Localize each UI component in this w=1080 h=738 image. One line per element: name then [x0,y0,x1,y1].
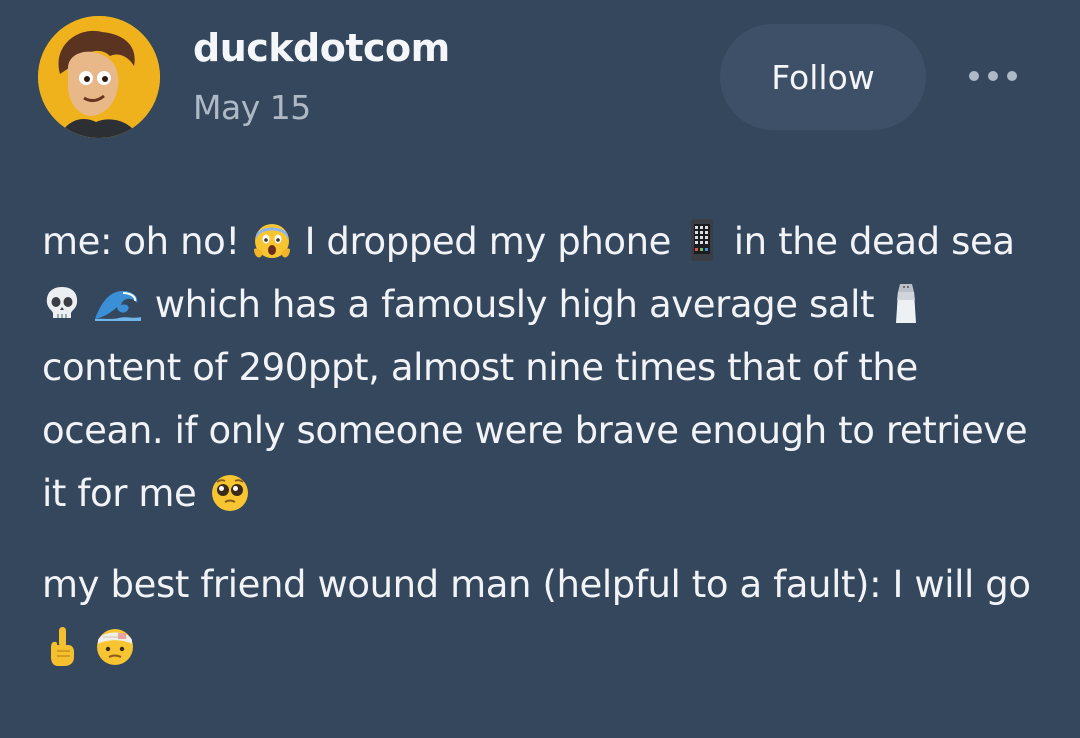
post-card: duckdotcom May 15 Follow me: oh no! I dr… [0,0,1080,738]
more-dot [969,71,979,81]
post-text-segment: me: oh no! [42,220,240,263]
pleading-face-emoji [208,471,252,513]
post-paragraph: me: oh no! I dropped my phone in the dea… [42,210,1042,525]
salt-shaker-emoji [886,280,926,326]
follow-button[interactable]: Follow [720,24,926,130]
face-with-head-bandage-emoji [93,625,137,667]
more-dot [1007,71,1017,81]
post-text-segment: in the dead sea [733,220,1015,263]
post-paragraph: my best friend wound man (helpful to a f… [42,553,1042,679]
post-text-segment: my best friend wound man (helpful to a f… [42,563,1031,606]
username[interactable]: duckdotcom [193,26,450,70]
post-body: me: oh no! I dropped my phone in the dea… [42,210,1042,679]
post-text-segment: content of 290ppt, almost nine times tha… [42,346,1028,515]
screaming-face-emoji [251,219,293,261]
post-date: May 15 [193,88,311,127]
post-text-segment: which has a famously high average salt [154,283,875,326]
more-dot [988,71,998,81]
index-pointing-up-emoji [42,623,82,669]
post-text-segment: I dropped my phone [304,220,672,263]
mobile-phone-emoji [682,217,722,263]
avatar[interactable] [38,16,160,138]
water-wave-emoji [93,283,143,323]
skull-emoji [42,283,82,323]
more-options-icon[interactable] [958,56,1028,96]
